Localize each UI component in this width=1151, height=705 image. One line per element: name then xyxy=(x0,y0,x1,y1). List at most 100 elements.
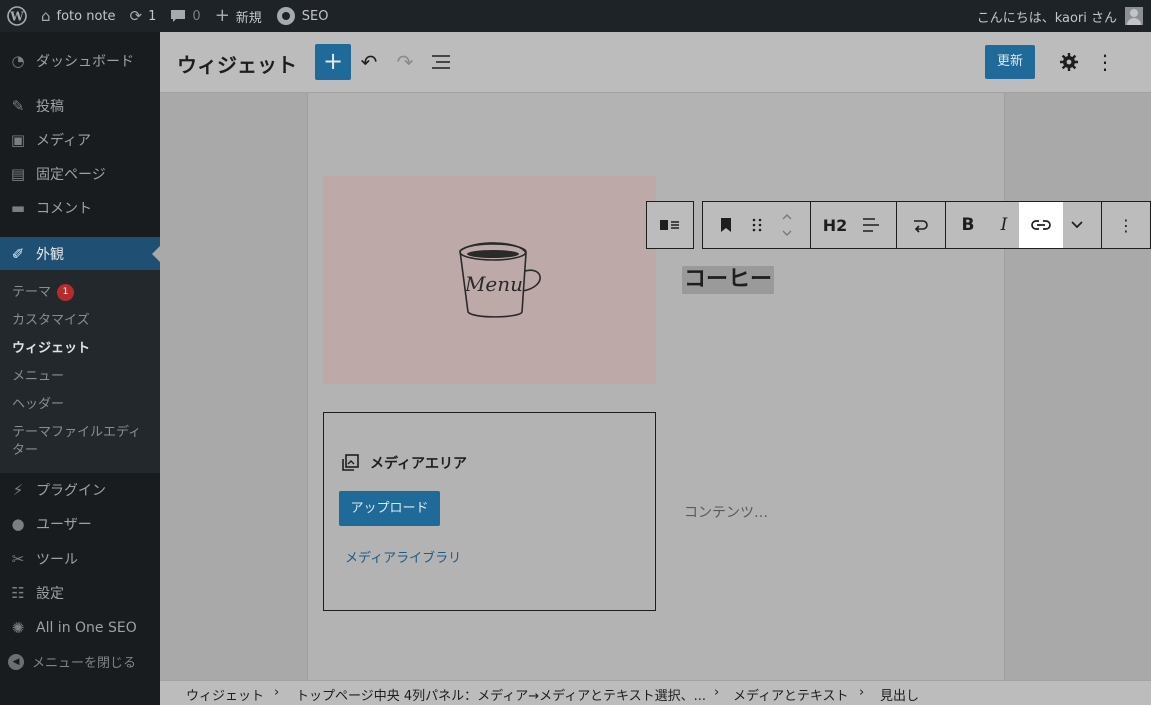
submenu-item-themes[interactable]: テーマ 1 xyxy=(12,284,152,302)
more-formats-button[interactable] xyxy=(1065,202,1089,248)
submenu-item-theme-editor[interactable]: テーマファイルエディター xyxy=(12,424,148,460)
heading-block[interactable]: コーヒー xyxy=(682,266,775,294)
undo-button[interactable]: ↶ xyxy=(354,44,384,80)
submenu-item-menus[interactable]: メニュー xyxy=(12,368,152,386)
comment-icon xyxy=(171,10,186,22)
seo-label: SEO xyxy=(301,8,329,24)
sidebar-item-users[interactable]: ● ユーザー xyxy=(0,507,160,541)
list-view-icon xyxy=(432,55,450,69)
toolbar-divider xyxy=(1101,202,1102,248)
sidebar-item-posts[interactable]: ✎ 投稿 xyxy=(0,89,160,123)
sidebar-item-label: 投稿 xyxy=(36,99,64,115)
admin-bar: W ⌂ foto note ⟳ 1 0 + 新規 SEO こんにちは、kaori… xyxy=(0,0,1151,32)
block-type-button[interactable] xyxy=(713,202,739,248)
home-icon: ⌂ xyxy=(41,6,51,25)
update-badge: 1 xyxy=(57,284,75,301)
media-image[interactable]: Menu xyxy=(323,176,656,384)
sidebar-item-appearance[interactable]: ✐ 外観 xyxy=(0,237,160,271)
comments-link[interactable]: 0 xyxy=(163,0,207,32)
media-placeholder: メディアエリア アップロード メディアライブラリ xyxy=(323,412,656,611)
text-align-button[interactable] xyxy=(856,202,886,248)
sidebar-item-all-in-one-seo[interactable]: ✺ All in One SEO xyxy=(0,611,160,645)
select-parent-button[interactable] xyxy=(647,202,693,248)
upload-button[interactable]: アップロード xyxy=(339,491,440,526)
new-label: 新規 xyxy=(235,10,262,26)
sidebar-item-plugins[interactable]: ⚡ プラグイン xyxy=(0,473,160,507)
comments-count: 0 xyxy=(192,8,201,24)
site-name-link[interactable]: ⌂ foto note xyxy=(34,0,123,32)
image-text: Menu xyxy=(464,272,523,296)
block-options-button[interactable]: ⋮ xyxy=(1109,202,1143,248)
brush-icon: ✐ xyxy=(11,245,25,263)
sidebar-item-dashboard[interactable]: ◔ ダッシュボード xyxy=(0,44,160,78)
content-placeholder[interactable]: コンテンツ… xyxy=(684,502,768,522)
comment-icon: ▬ xyxy=(10,199,26,217)
transform-icon xyxy=(914,220,928,233)
plus-icon: + xyxy=(214,5,230,26)
media-icon: ▣ xyxy=(10,131,26,149)
refresh-icon: ⟳ xyxy=(129,6,143,25)
sidebar-item-label: コメント xyxy=(36,201,92,217)
italic-button[interactable]: I xyxy=(989,202,1019,248)
block-breadcrumb: ウィジェット › トップページ中央 4列パネル：メディア→メディアとテキスト選択… xyxy=(160,680,1151,705)
sidebar-item-comments[interactable]: ▬ コメント xyxy=(0,191,160,225)
media-text-icon xyxy=(660,220,679,230)
collapse-label: メニューを閉じる xyxy=(32,656,137,671)
more-vertical-icon: ⋮ xyxy=(1095,50,1115,74)
wordpress-logo-button[interactable]: W xyxy=(0,0,34,32)
update-button[interactable]: 更新 xyxy=(985,45,1035,79)
bold-button[interactable]: B xyxy=(953,202,983,248)
breadcrumb-item[interactable]: ウィジェット xyxy=(186,685,264,704)
plus-icon: + xyxy=(322,47,344,75)
sidebar-item-label: All in One SEO xyxy=(36,620,137,636)
submenu-item-label: ウィジェット xyxy=(12,341,91,356)
media-area-title: メディアエリア xyxy=(370,456,468,472)
move-buttons[interactable] xyxy=(775,202,799,248)
undo-icon: ↶ xyxy=(360,50,378,74)
redo-button[interactable]: ↷ xyxy=(390,44,420,80)
admin-sidebar: ◔ ダッシュボード ✎ 投稿 ▣ メディア ▤ 固定ページ ▬ コメント ✐ 外… xyxy=(0,32,160,705)
settings-button[interactable] xyxy=(1054,44,1084,80)
submenu-item-customize[interactable]: カスタマイズ xyxy=(12,312,152,330)
media-library-link[interactable]: メディアライブラリ xyxy=(345,547,461,566)
sidebar-item-label: ユーザー xyxy=(36,517,92,533)
move-up-down-icon xyxy=(782,214,792,236)
list-view-button[interactable] xyxy=(426,44,456,80)
updates-link[interactable]: ⟳ 1 xyxy=(123,0,164,32)
transform-button[interactable] xyxy=(903,202,937,248)
heading-level-button[interactable]: H2 xyxy=(820,202,850,248)
block-inserter-button[interactable]: + xyxy=(315,44,351,80)
collapse-menu-button[interactable]: ◀ メニューを閉じる xyxy=(8,652,136,671)
account-menu[interactable]: こんにちは、kaori さん xyxy=(977,0,1143,32)
submenu-item-label: テーマ xyxy=(12,285,52,300)
more-vertical-icon: ⋮ xyxy=(1118,215,1134,235)
submenu-item-label: ヘッダー xyxy=(12,397,65,412)
sidebar-item-settings[interactable]: ☷ 設定 xyxy=(0,576,160,610)
media-area-header: メディアエリア xyxy=(340,453,467,473)
seo-gear-icon xyxy=(276,7,295,25)
updates-count: 1 xyxy=(148,8,157,24)
link-button[interactable] xyxy=(1019,202,1063,248)
options-button[interactable]: ⋮ xyxy=(1090,44,1120,80)
page-icon: ▤ xyxy=(10,165,26,183)
drag-handle[interactable] xyxy=(743,202,771,248)
sidebar-item-label: 設定 xyxy=(36,586,64,602)
sidebar-item-tools[interactable]: ✂ ツール xyxy=(0,542,160,576)
breadcrumb-item[interactable]: メディアとテキスト xyxy=(733,685,848,704)
seo-menu-link[interactable]: SEO xyxy=(269,0,336,32)
link-icon xyxy=(1031,220,1051,230)
wrench-icon: ✂ xyxy=(11,550,25,568)
seo-icon: ✺ xyxy=(11,619,25,637)
new-content-link[interactable]: + 新規 xyxy=(208,0,269,32)
breadcrumb-separator-icon: › xyxy=(714,685,720,700)
greeting: こんにちは、kaori さん xyxy=(976,10,1117,26)
breadcrumb-item[interactable]: トップページ中央 4列パネル：メディア→メディアとテキスト選択、... xyxy=(296,685,706,704)
redo-icon: ↷ xyxy=(396,50,414,74)
sidebar-item-pages[interactable]: ▤ 固定ページ xyxy=(0,157,160,191)
sidebar-item-media[interactable]: ▣ メディア xyxy=(0,123,160,157)
submenu-item-label: カスタマイズ xyxy=(12,313,90,328)
sidebar-item-label: ツール xyxy=(36,552,78,568)
submenu-item-widgets[interactable]: ウィジェット xyxy=(12,340,152,358)
submenu-item-header[interactable]: ヘッダー xyxy=(12,396,152,414)
appearance-submenu: テーマ 1 カスタマイズ ウィジェット メニュー ヘッダー テーマファイルエディタ… xyxy=(0,270,160,473)
